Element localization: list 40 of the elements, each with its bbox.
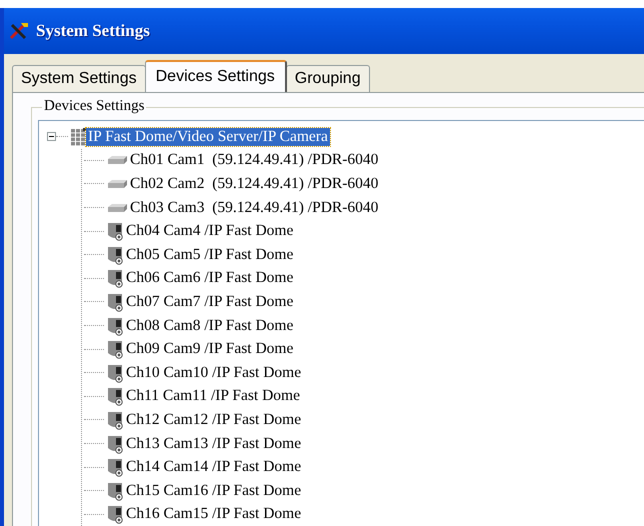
device-icon xyxy=(106,202,128,213)
tree-item[interactable]: Ch03 Cam3 (59.124.49.41) /PDR-6040 xyxy=(128,198,380,217)
collapse-toggle[interactable] xyxy=(47,132,56,142)
tree-item[interactable]: Ch13 Cam13 /IP Fast Dome xyxy=(124,434,304,453)
tree-item[interactable]: Ch16 Cam15 /IP Fast Dome xyxy=(124,505,304,524)
tree-item[interactable]: Ch02 Cam2 (59.124.49.41) /PDR-6040 xyxy=(128,174,380,193)
tab[interactable]: System Settings xyxy=(12,65,146,92)
device-icon xyxy=(106,178,128,189)
camera-icon xyxy=(106,221,124,242)
tree-item[interactable]: Ch07 Cam7 /IP Fast Dome xyxy=(124,292,296,311)
camera-icon xyxy=(106,457,124,478)
tab[interactable]: Grouping xyxy=(286,65,370,92)
camera-icon xyxy=(106,434,124,454)
tree-item[interactable]: Ch04 Cam4 /IP Fast Dome xyxy=(124,222,296,240)
device-icon xyxy=(106,155,128,166)
window-title: System Settings xyxy=(36,21,150,41)
tree-item[interactable]: Ch10 Cam10 /IP Fast Dome xyxy=(124,364,304,382)
camera-icon xyxy=(106,316,124,336)
camera-icon xyxy=(106,244,124,265)
camera-icon xyxy=(106,268,124,288)
tree-item[interactable]: Ch11 Cam11 /IP Fast Dome xyxy=(124,387,302,406)
camera-icon xyxy=(106,292,124,312)
group-title: Devices Settings xyxy=(42,98,146,115)
tab[interactable]: Devices Settings xyxy=(144,60,287,92)
tree-item[interactable]: Ch08 Cam8 /IP Fast Dome xyxy=(124,316,296,335)
tree-item[interactable]: Ch15 Cam16 /IP Fast Dome xyxy=(124,482,304,500)
tree-item[interactable]: Ch01 Cam1 (59.124.49.41) /PDR-6040 xyxy=(128,151,380,170)
tree-item[interactable]: Ch09 Cam9 /IP Fast Dome xyxy=(124,340,296,358)
tree-item[interactable]: IP Fast Dome/Video Server/IP Camera xyxy=(86,128,330,146)
tree-item[interactable]: Ch05 Cam5 /IP Fast Dome xyxy=(124,246,296,264)
camera-icon xyxy=(106,386,124,406)
tree-item[interactable]: Ch06 Cam6 /IP Fast Dome xyxy=(124,269,296,288)
tree-item[interactable]: Ch14 Cam14 /IP Fast Dome xyxy=(124,458,304,476)
grid-icon xyxy=(70,128,86,146)
camera-icon xyxy=(106,480,124,501)
tree-item[interactable]: Ch12 Cam12 /IP Fast Dome xyxy=(124,410,304,429)
camera-icon xyxy=(106,339,124,360)
tools-icon xyxy=(8,21,30,41)
camera-icon xyxy=(106,362,124,383)
camera-icon xyxy=(106,410,124,430)
